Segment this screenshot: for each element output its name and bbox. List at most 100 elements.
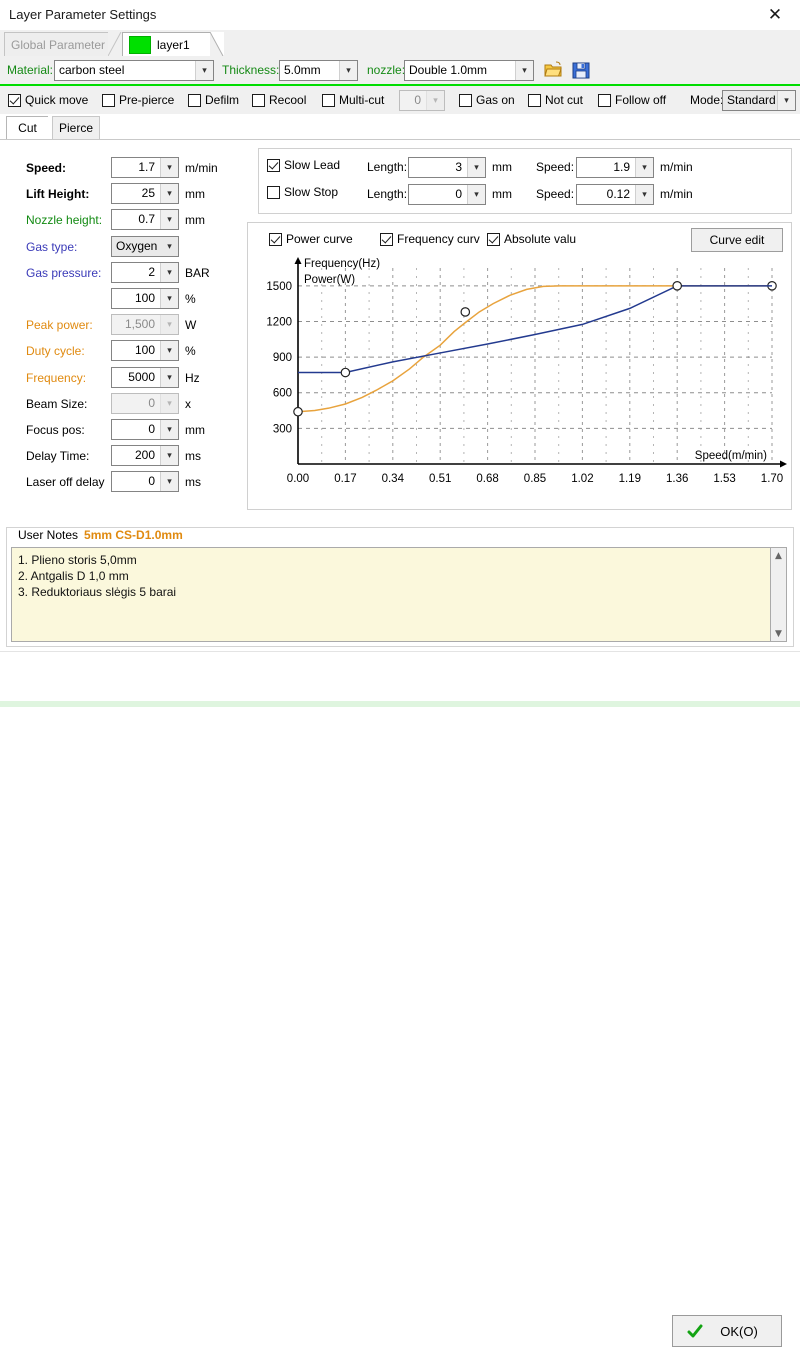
param-input-lift-height[interactable]: 25 ▾ [111, 183, 179, 204]
save-disk-icon[interactable] [571, 60, 591, 80]
param-input-beam-size: 0 ▾ [111, 393, 179, 414]
param-value-frequency: 5000 [128, 370, 155, 384]
user-notes-textarea[interactable]: 1. Plieno storis 5,0mm 2. Antgalis D 1,0 … [11, 547, 771, 642]
param-label-peak-power: Peak power: [26, 318, 93, 332]
param-input-focus-pos[interactable]: 0 ▾ [111, 419, 179, 440]
param-input-gas-pressure[interactable]: 2 ▾ [111, 262, 179, 283]
tab-layer1[interactable]: layer1 [122, 32, 210, 56]
chevron-down-icon: ▾ [160, 210, 178, 229]
mode-select[interactable]: Standard ▾ [722, 90, 796, 111]
param-value-gas-pressure: 2 [148, 265, 155, 279]
user-notes-scrollbar[interactable]: ▲ ▼ [771, 547, 787, 642]
tab-pierce-label: Pierce [58, 121, 93, 135]
checkbox-power-curve-box [269, 232, 282, 246]
mode-value: Standard [727, 93, 776, 107]
svg-text:900: 900 [273, 352, 292, 364]
param-value-duty-cycle: 100 [134, 343, 155, 357]
mode-label: Mode: [690, 93, 724, 107]
checkbox-pre-pierce[interactable]: Pre-pierce [102, 93, 174, 107]
param-input-delay-time[interactable]: 200 ▾ [111, 445, 179, 466]
param-value-nozzle-height: 0.7 [138, 212, 155, 226]
chevron-down-icon: ▾ [426, 91, 444, 110]
checkbox-defilm-box [188, 93, 201, 107]
param-input-frequency[interactable]: 5000 ▾ [111, 367, 179, 388]
slow-lead-speed-stepper[interactable]: 1.9 ▾ [576, 157, 654, 178]
checkbox-slow-lead-box [267, 158, 280, 172]
checkbox-follow-off-box [598, 93, 611, 107]
close-icon[interactable]: ✕ [754, 0, 796, 30]
slow-stop-length-stepper[interactable]: 0 ▾ [408, 184, 486, 205]
scroll-up-icon[interactable]: ▲ [771, 548, 786, 563]
checkbox-follow-off[interactable]: Follow off [598, 93, 666, 107]
checkbox-power-curve[interactable]: Power curve [269, 232, 353, 246]
param-input-speed[interactable]: 1.7 ▾ [111, 157, 179, 178]
option-row: Quick move Pre-pierce Defilm Recool Mult… [0, 86, 800, 115]
status-green-bar [0, 701, 800, 707]
chevron-down-icon: ▾ [467, 185, 485, 204]
checkbox-gas-on[interactable]: Gas on [459, 93, 515, 107]
curve-edit-button[interactable]: Curve edit [691, 228, 783, 252]
param-input-duty-cycle[interactable]: 100 ▾ [111, 340, 179, 361]
checkbox-absolute-value[interactable]: Absolute valu [487, 232, 576, 246]
slow-lead-group: Slow Lead Length: 3 ▾ mm Speed: 1.9 ▾ m/… [258, 148, 792, 214]
checkbox-quick-move[interactable]: Quick move [8, 93, 88, 107]
svg-text:1200: 1200 [266, 316, 292, 328]
chevron-down-icon: ▾ [160, 472, 178, 491]
material-select[interactable]: carbon steel ▾ [54, 60, 214, 81]
tab-cut[interactable]: Cut [6, 116, 48, 139]
user-notes-line: 1. Plieno storis 5,0mm [18, 553, 137, 567]
tab-global-parameter[interactable]: Global Parameter [4, 32, 108, 56]
multi-cut-count-value: 0 [414, 93, 421, 107]
checkbox-multi-cut[interactable]: Multi-cut [322, 93, 384, 107]
checkbox-frequency-curve[interactable]: Frequency curv [380, 232, 480, 246]
checkbox-defilm[interactable]: Defilm [188, 93, 239, 107]
user-notes-line: 3. Reduktoriaus slėgis 5 barai [18, 585, 177, 599]
slow-stop-speed-stepper[interactable]: 0.12 ▾ [576, 184, 654, 205]
param-value-delay-time: 200 [134, 448, 155, 462]
chevron-down-icon: ▾ [195, 61, 213, 80]
checkbox-recool-box [252, 93, 265, 107]
param-unit-gas-pressure: BAR [185, 266, 210, 280]
param-input-gas-type[interactable]: Oxygen ▾ [111, 236, 179, 257]
slow-lead-length-value: 3 [455, 160, 462, 174]
slow-lead-speed-unit: m/min [660, 160, 693, 174]
checkbox-absolute-value-label: Absolute valu [504, 232, 577, 246]
slow-lead-length-label: Length: [367, 160, 408, 174]
checkbox-frequency-curve-box [380, 232, 393, 246]
layer-color-swatch [129, 35, 151, 54]
nozzle-select[interactable]: Double 1.0mm ▾ [404, 60, 534, 81]
svg-text:Power(W): Power(W) [304, 274, 355, 286]
slow-lead-length-stepper[interactable]: 3 ▾ [408, 157, 486, 178]
param-value-lift-height: 25 [141, 186, 155, 200]
svg-text:0.85: 0.85 [524, 473, 546, 485]
svg-text:Frequency(Hz): Frequency(Hz) [304, 258, 380, 270]
checkbox-slow-lead[interactable]: Slow Lead [267, 158, 340, 172]
checkbox-not-cut-label: Not cut [545, 93, 584, 107]
checkbox-slow-stop[interactable]: Slow Stop [267, 185, 338, 199]
checkbox-not-cut[interactable]: Not cut [528, 93, 583, 107]
slow-stop-length-label: Length: [367, 187, 408, 201]
thickness-label: Thickness: [222, 63, 280, 77]
checkbox-recool[interactable]: Recool [252, 93, 306, 107]
tab-global-slant [108, 32, 122, 56]
chevron-down-icon: ▾ [635, 185, 653, 204]
slow-stop-length-unit: mm [492, 187, 512, 201]
param-input-laser-off-delay[interactable]: 0 ▾ [111, 471, 179, 492]
tab-layer1-label: layer1 [157, 37, 190, 52]
tab-cut-label: Cut [18, 121, 37, 135]
multi-cut-count-stepper[interactable]: 0 ▾ [399, 90, 445, 111]
chevron-down-icon: ▾ [515, 61, 533, 80]
thickness-value: 5.0mm [280, 61, 339, 80]
ok-button[interactable]: OK(O) [672, 1315, 782, 1347]
param-value-beam-size: 0 [148, 396, 155, 410]
param-input-nozzle-height[interactable]: 0.7 ▾ [111, 209, 179, 230]
scroll-down-icon[interactable]: ▼ [771, 626, 786, 641]
slow-lead-speed-value: 1.9 [613, 160, 630, 174]
folder-open-icon[interactable] [543, 60, 563, 80]
checkbox-gas-on-box [459, 93, 472, 107]
thickness-select[interactable]: 5.0mm ▾ [279, 60, 358, 81]
checkbox-recool-label: Recool [269, 93, 307, 107]
param-input-[interactable]: 100 ▾ [111, 288, 179, 309]
param-label-focus-pos: Focus pos: [26, 423, 85, 437]
tab-pierce[interactable]: Pierce [52, 116, 100, 139]
